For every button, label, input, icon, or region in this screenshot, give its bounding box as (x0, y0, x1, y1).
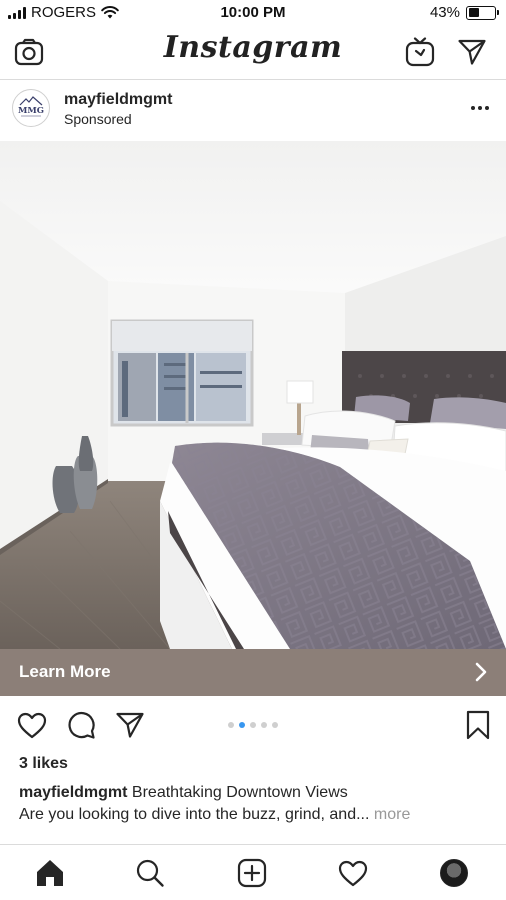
app-header: Instagram (0, 26, 506, 80)
post-username[interactable]: mayfieldmgmt (64, 91, 172, 109)
battery-icon (466, 5, 499, 20)
learn-more-label: Learn More (19, 662, 111, 681)
caption-more-link[interactable]: more (374, 806, 410, 823)
mmg-logo: MMG (18, 96, 44, 117)
search-icon[interactable] (133, 857, 167, 889)
new-post-icon[interactable] (235, 857, 269, 889)
post-actions (0, 696, 506, 752)
caption-body: Are you looking to dive into the buzz, g… (19, 806, 370, 823)
status-bar: ROGERS 10:00 PM 43% (0, 0, 506, 26)
avatar[interactable]: MMG (12, 89, 50, 127)
carousel-dot (228, 722, 234, 728)
battery-percent: 43% (429, 4, 460, 21)
carousel-indicator (0, 722, 506, 728)
bottom-tab-bar (0, 844, 506, 900)
likes-count[interactable]: 3 likes (19, 755, 68, 773)
status-right: 43% (429, 4, 499, 21)
chevron-right-icon (475, 662, 487, 682)
post-image[interactable] (0, 141, 506, 649)
caption-title: Breathtaking Downtown Views (131, 784, 348, 801)
learn-more-button[interactable]: Learn More (0, 649, 506, 696)
more-options-icon[interactable] (468, 98, 492, 118)
profile-avatar (440, 859, 468, 887)
sponsored-label: Sponsored (64, 111, 132, 127)
igtv-icon[interactable] (404, 36, 436, 68)
caption-username[interactable]: mayfieldmgmt (19, 784, 127, 801)
bedroom-photo (0, 141, 506, 649)
carousel-dot (239, 722, 245, 728)
carousel-dot (250, 722, 256, 728)
carousel-dot (261, 722, 267, 728)
activity-icon[interactable] (336, 857, 370, 889)
post-header: MMG mayfieldmgmt Sponsored (0, 80, 506, 141)
direct-message-icon[interactable] (456, 36, 488, 68)
profile-icon[interactable] (437, 857, 471, 889)
bookmark-icon[interactable] (462, 710, 494, 740)
svg-text:MMG: MMG (18, 106, 44, 116)
carousel-dot (272, 722, 278, 728)
home-icon[interactable] (33, 857, 67, 889)
caption-title-line: mayfieldmgmt Breathtaking Downtown Views (19, 784, 348, 802)
caption-body-line: Are you looking to dive into the buzz, g… (19, 806, 410, 824)
battery-level (468, 8, 480, 17)
